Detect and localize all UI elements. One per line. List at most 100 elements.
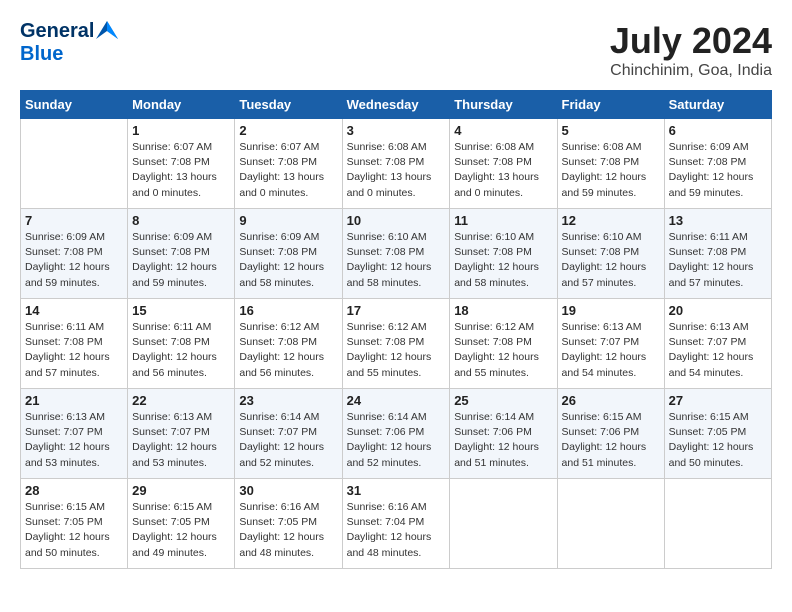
day-detail: Sunrise: 6:09 AMSunset: 7:08 PMDaylight:… bbox=[239, 230, 337, 291]
day-detail: Sunrise: 6:09 AMSunset: 7:08 PMDaylight:… bbox=[669, 140, 767, 201]
day-number: 19 bbox=[562, 303, 660, 318]
calendar-cell: 2 Sunrise: 6:07 AMSunset: 7:08 PMDaylight… bbox=[235, 119, 342, 209]
calendar-cell: 3 Sunrise: 6:08 AMSunset: 7:08 PMDaylight… bbox=[342, 119, 450, 209]
day-detail: Sunrise: 6:12 AMSunset: 7:08 PMDaylight:… bbox=[454, 320, 552, 381]
calendar-cell: 24Sunrise: 6:14 AMSunset: 7:06 PMDayligh… bbox=[342, 389, 450, 479]
calendar-week-row: 14 Sunrise: 6:11 AMSunset: 7:08 PMDayligh… bbox=[21, 299, 772, 389]
day-number: 30 bbox=[239, 483, 337, 498]
day-detail: Sunrise: 6:08 AMSunset: 7:08 PMDaylight:… bbox=[347, 140, 446, 201]
calendar-week-row: 28Sunrise: 6:15 AMSunset: 7:05 PMDayligh… bbox=[21, 479, 772, 569]
col-header-friday: Friday bbox=[557, 91, 664, 119]
location-subtitle: Chinchinim, Goa, India bbox=[610, 62, 772, 80]
col-header-wednesday: Wednesday bbox=[342, 91, 450, 119]
calendar-cell bbox=[664, 479, 771, 569]
logo-bird-icon bbox=[96, 21, 118, 39]
calendar-cell bbox=[557, 479, 664, 569]
calendar-week-row: 1Sunrise: 6:07 AMSunset: 7:08 PMDaylight… bbox=[21, 119, 772, 209]
day-detail: Sunrise: 6:13 AMSunset: 7:07 PMDaylight:… bbox=[669, 320, 767, 381]
day-number: 10 bbox=[347, 213, 446, 228]
day-number: 14 bbox=[25, 303, 123, 318]
calendar-cell bbox=[450, 479, 557, 569]
calendar-cell: 28Sunrise: 6:15 AMSunset: 7:05 PMDayligh… bbox=[21, 479, 128, 569]
calendar-cell: 31 Sunrise: 6:16 AMSunset: 7:04 PMDayligh… bbox=[342, 479, 450, 569]
calendar-cell: 9 Sunrise: 6:09 AMSunset: 7:08 PMDaylight… bbox=[235, 209, 342, 299]
calendar-cell: 8Sunrise: 6:09 AMSunset: 7:08 PMDaylight… bbox=[128, 209, 235, 299]
day-number: 3 bbox=[347, 123, 446, 138]
calendar-cell: 17 Sunrise: 6:12 AMSunset: 7:08 PMDayligh… bbox=[342, 299, 450, 389]
day-detail: Sunrise: 6:12 AMSunset: 7:08 PMDaylight:… bbox=[347, 320, 446, 381]
day-number: 24 bbox=[347, 393, 446, 408]
calendar-header-row: SundayMondayTuesdayWednesdayThursdayFrid… bbox=[21, 91, 772, 119]
calendar-cell: 5Sunrise: 6:08 AMSunset: 7:08 PMDaylight… bbox=[557, 119, 664, 209]
day-detail: Sunrise: 6:09 AMSunset: 7:08 PMDaylight:… bbox=[25, 230, 123, 291]
calendar-table: SundayMondayTuesdayWednesdayThursdayFrid… bbox=[20, 90, 772, 569]
calendar-cell: 20 Sunrise: 6:13 AMSunset: 7:07 PMDayligh… bbox=[664, 299, 771, 389]
day-number: 2 bbox=[239, 123, 337, 138]
calendar-week-row: 21 Sunrise: 6:13 AMSunset: 7:07 PMDayligh… bbox=[21, 389, 772, 479]
calendar-cell: 25Sunrise: 6:14 AMSunset: 7:06 PMDayligh… bbox=[450, 389, 557, 479]
col-header-sunday: Sunday bbox=[21, 91, 128, 119]
day-number: 23 bbox=[239, 393, 337, 408]
calendar-cell: 4 Sunrise: 6:08 AMSunset: 7:08 PMDaylight… bbox=[450, 119, 557, 209]
logo-blue-text: Blue bbox=[20, 43, 63, 65]
calendar-cell: 30 Sunrise: 6:16 AMSunset: 7:05 PMDayligh… bbox=[235, 479, 342, 569]
title-block: July 2024 Chinchinim, Goa, India bbox=[610, 20, 772, 80]
day-number: 7 bbox=[25, 213, 123, 228]
day-detail: Sunrise: 6:09 AMSunset: 7:08 PMDaylight:… bbox=[132, 230, 230, 291]
calendar-cell: 27 Sunrise: 6:15 AMSunset: 7:05 PMDayligh… bbox=[664, 389, 771, 479]
day-detail: Sunrise: 6:08 AMSunset: 7:08 PMDaylight:… bbox=[454, 140, 552, 201]
day-detail: Sunrise: 6:11 AMSunset: 7:08 PMDaylight:… bbox=[132, 320, 230, 381]
day-detail: Sunrise: 6:10 AMSunset: 7:08 PMDaylight:… bbox=[347, 230, 446, 291]
day-number: 27 bbox=[669, 393, 767, 408]
day-number: 4 bbox=[454, 123, 552, 138]
day-detail: Sunrise: 6:12 AMSunset: 7:08 PMDaylight:… bbox=[239, 320, 337, 381]
day-detail: Sunrise: 6:13 AMSunset: 7:07 PMDaylight:… bbox=[132, 410, 230, 471]
calendar-week-row: 7 Sunrise: 6:09 AMSunset: 7:08 PMDaylight… bbox=[21, 209, 772, 299]
day-detail: Sunrise: 6:16 AMSunset: 7:04 PMDaylight:… bbox=[347, 500, 446, 561]
day-number: 25 bbox=[454, 393, 552, 408]
day-detail: Sunrise: 6:16 AMSunset: 7:05 PMDaylight:… bbox=[239, 500, 337, 561]
calendar-cell: 12 Sunrise: 6:10 AMSunset: 7:08 PMDayligh… bbox=[557, 209, 664, 299]
day-detail: Sunrise: 6:14 AMSunset: 7:07 PMDaylight:… bbox=[239, 410, 337, 471]
calendar-cell: 26Sunrise: 6:15 AMSunset: 7:06 PMDayligh… bbox=[557, 389, 664, 479]
logo-general-text: General bbox=[20, 20, 94, 43]
day-number: 5 bbox=[562, 123, 660, 138]
day-detail: Sunrise: 6:13 AMSunset: 7:07 PMDaylight:… bbox=[25, 410, 123, 471]
col-header-saturday: Saturday bbox=[664, 91, 771, 119]
day-number: 9 bbox=[239, 213, 337, 228]
day-detail: Sunrise: 6:07 AMSunset: 7:08 PMDaylight:… bbox=[239, 140, 337, 201]
calendar-cell bbox=[21, 119, 128, 209]
day-number: 31 bbox=[347, 483, 446, 498]
day-detail: Sunrise: 6:11 AMSunset: 7:08 PMDaylight:… bbox=[669, 230, 767, 291]
calendar-cell: 7 Sunrise: 6:09 AMSunset: 7:08 PMDaylight… bbox=[21, 209, 128, 299]
day-number: 21 bbox=[25, 393, 123, 408]
day-number: 16 bbox=[239, 303, 337, 318]
col-header-monday: Monday bbox=[128, 91, 235, 119]
calendar-cell: 21 Sunrise: 6:13 AMSunset: 7:07 PMDayligh… bbox=[21, 389, 128, 479]
calendar-cell: 10 Sunrise: 6:10 AMSunset: 7:08 PMDayligh… bbox=[342, 209, 450, 299]
day-detail: Sunrise: 6:15 AMSunset: 7:05 PMDaylight:… bbox=[669, 410, 767, 471]
calendar-cell: 23 Sunrise: 6:14 AMSunset: 7:07 PMDayligh… bbox=[235, 389, 342, 479]
day-number: 20 bbox=[669, 303, 767, 318]
calendar-cell: 18 Sunrise: 6:12 AMSunset: 7:08 PMDayligh… bbox=[450, 299, 557, 389]
day-detail: Sunrise: 6:10 AMSunset: 7:08 PMDaylight:… bbox=[454, 230, 552, 291]
day-detail: Sunrise: 6:07 AMSunset: 7:08 PMDaylight:… bbox=[132, 140, 230, 201]
day-number: 6 bbox=[669, 123, 767, 138]
day-detail: Sunrise: 6:10 AMSunset: 7:08 PMDaylight:… bbox=[562, 230, 660, 291]
day-number: 12 bbox=[562, 213, 660, 228]
calendar-cell: 15Sunrise: 6:11 AMSunset: 7:08 PMDayligh… bbox=[128, 299, 235, 389]
calendar-cell: 16 Sunrise: 6:12 AMSunset: 7:08 PMDayligh… bbox=[235, 299, 342, 389]
day-detail: Sunrise: 6:13 AMSunset: 7:07 PMDaylight:… bbox=[562, 320, 660, 381]
calendar-cell: 22Sunrise: 6:13 AMSunset: 7:07 PMDayligh… bbox=[128, 389, 235, 479]
calendar-cell: 14Sunrise: 6:11 AMSunset: 7:08 PMDayligh… bbox=[21, 299, 128, 389]
day-number: 17 bbox=[347, 303, 446, 318]
day-number: 29 bbox=[132, 483, 230, 498]
day-detail: Sunrise: 6:15 AMSunset: 7:05 PMDaylight:… bbox=[25, 500, 123, 561]
calendar-cell: 13Sunrise: 6:11 AMSunset: 7:08 PMDayligh… bbox=[664, 209, 771, 299]
page-header: General Blue July 2024 Chinchinim, Goa, … bbox=[20, 20, 772, 80]
calendar-cell: 1Sunrise: 6:07 AMSunset: 7:08 PMDaylight… bbox=[128, 119, 235, 209]
month-year-title: July 2024 bbox=[610, 20, 772, 62]
day-number: 18 bbox=[454, 303, 552, 318]
calendar-cell: 6 Sunrise: 6:09 AMSunset: 7:08 PMDaylight… bbox=[664, 119, 771, 209]
calendar-cell: 29Sunrise: 6:15 AMSunset: 7:05 PMDayligh… bbox=[128, 479, 235, 569]
